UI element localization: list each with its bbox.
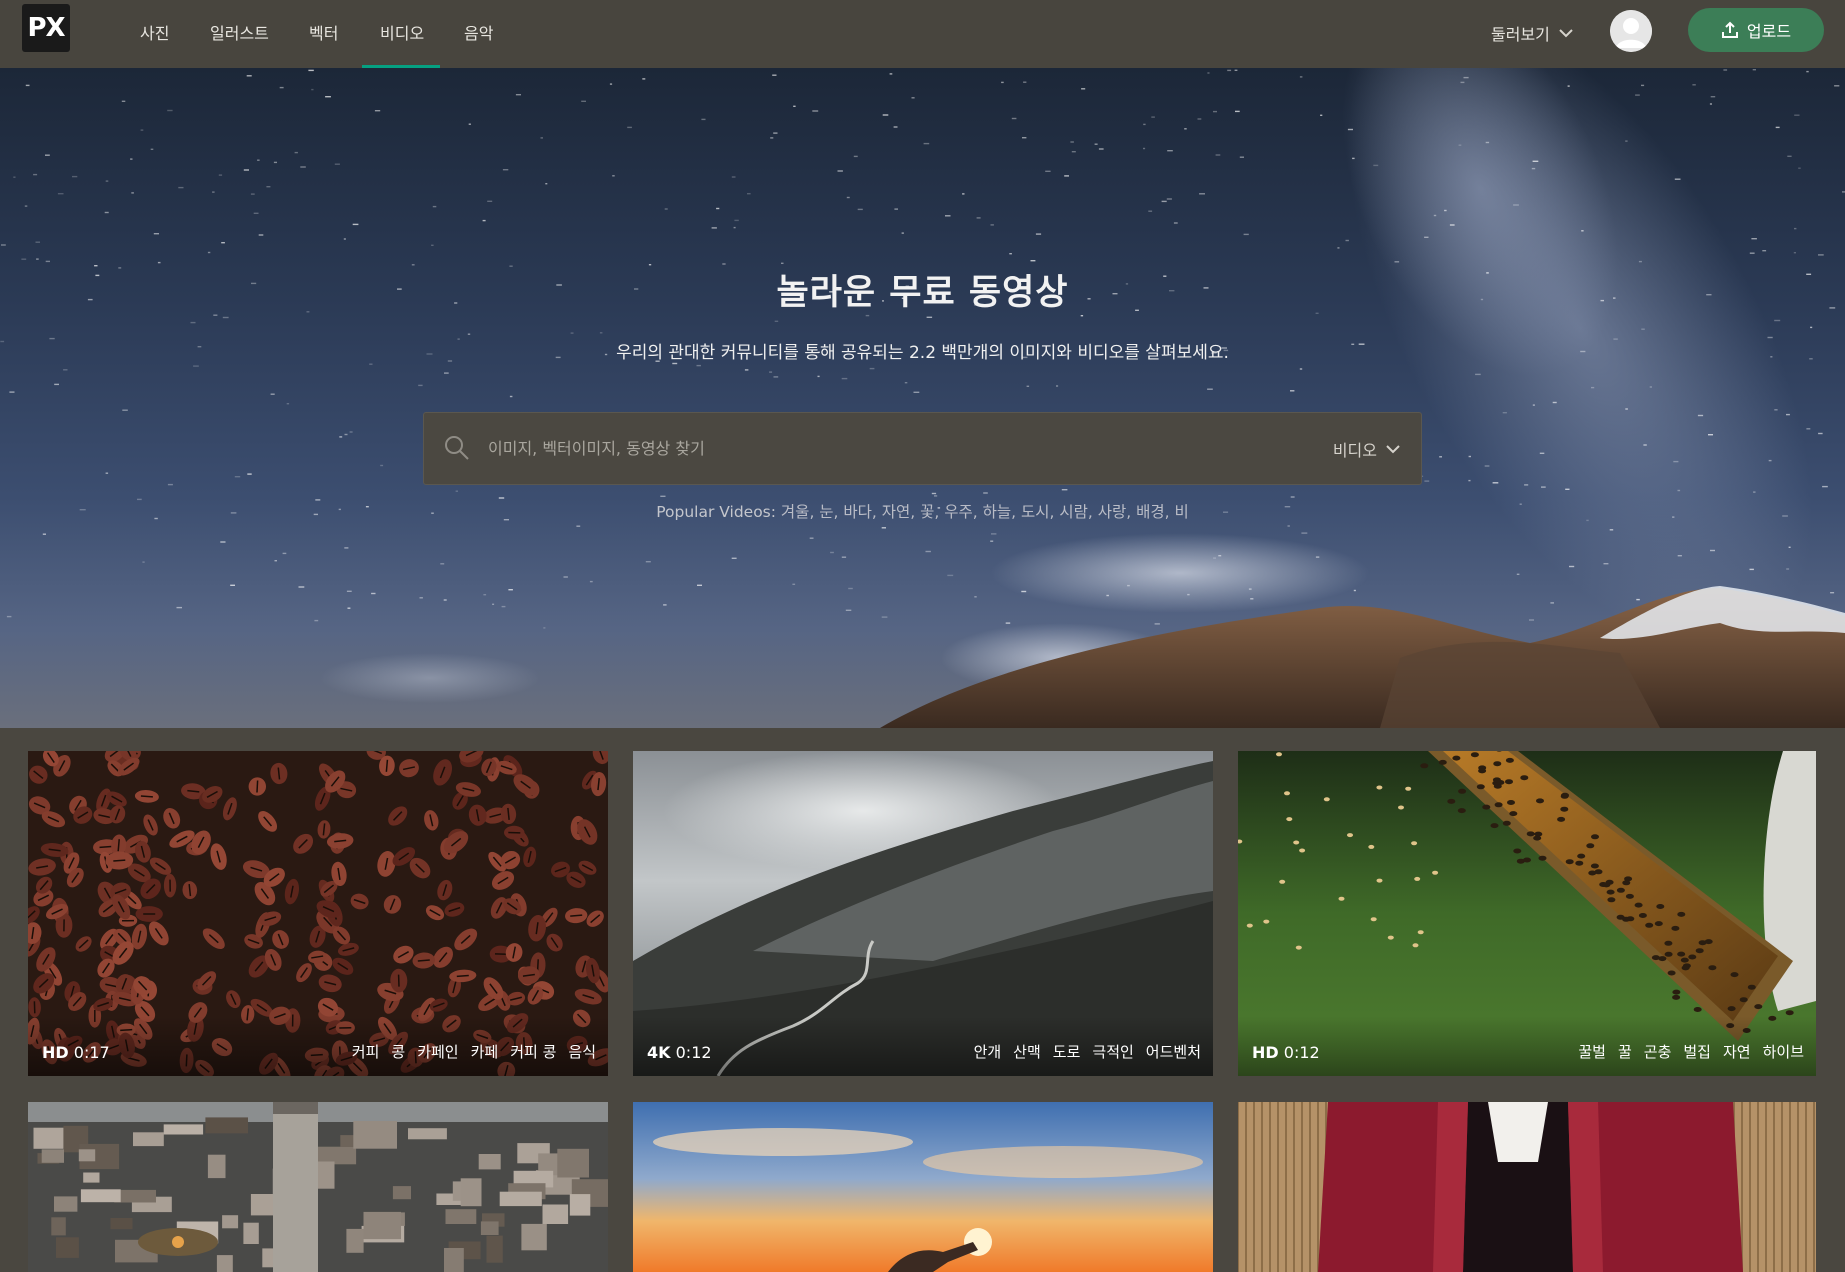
video-tag[interactable]: 꿀벌 [1578,1041,1606,1062]
video-thumbnail-sunset-sea [633,1102,1213,1272]
video-card[interactable]: HD 0:12 꿀벌 꿀 곤충 벌집 자연 하이브 [1238,751,1816,1076]
video-tag[interactable]: 벌집 [1683,1041,1711,1062]
explore-label: 둘러보기 [1491,25,1550,44]
search-bar: 비디오 [423,412,1422,485]
video-quality: 4K [647,1043,671,1062]
video-tag[interactable]: 콩 [391,1041,405,1062]
video-tag[interactable]: 음식 [568,1041,596,1062]
video-tag[interactable]: 산맥 [1013,1041,1041,1062]
search-type-label: 비디오 [1332,441,1377,460]
nav-item-videos[interactable]: 비디오 [380,20,424,44]
video-tag[interactable]: 꿀 [1618,1041,1632,1062]
video-tag[interactable]: 카페 [471,1041,499,1062]
search-input[interactable] [488,413,1268,484]
popular-label: Popular Videos: [656,503,776,521]
user-icon [1610,10,1652,52]
hero-banner: 놀라운 무료 동영상 우리의 관대한 커뮤니티를 통해 공유되는 2.2 백만개… [0,68,1845,728]
video-tag[interactable]: 하이브 [1763,1041,1804,1062]
video-card[interactable] [1238,1102,1816,1272]
video-duration: 0:17 [73,1043,110,1062]
upload-button[interactable]: 업로드 [1688,8,1824,52]
chevron-down-icon [1386,445,1400,454]
nav-item-photos[interactable]: 사진 [140,20,169,44]
nav-item-music[interactable]: 음악 [464,20,493,44]
search-icon [445,436,469,460]
nav-item-illustrations[interactable]: 일러스트 [210,20,269,44]
search-type-dropdown[interactable]: 비디오 [1333,437,1401,461]
video-duration: 0:12 [1283,1043,1320,1062]
video-tag[interactable]: 곤충 [1644,1041,1672,1062]
top-navigation: PX 사진 일러스트 벡터 비디오 음악 둘러보기 업로드 [0,0,1845,68]
video-tag[interactable]: 커피 콩 [510,1041,556,1062]
video-tag[interactable]: 어드벤처 [1146,1041,1201,1062]
video-tags: 커피 콩 카페인 카페 커피 콩 음식 [352,1041,596,1062]
video-tag[interactable]: 극적인 [1092,1041,1133,1062]
video-quality: HD [42,1043,69,1062]
video-quality-duration: HD 0:12 [1252,1043,1320,1062]
explore-dropdown[interactable]: 둘러보기 [1491,21,1574,45]
video-quality: HD [1252,1043,1279,1062]
night-sky-background [0,68,1845,728]
nav-item-vectors[interactable]: 벡터 [309,20,338,44]
video-tag[interactable]: 도로 [1053,1041,1081,1062]
video-card[interactable]: 4K 0:12 안개 산맥 도로 극적인 어드벤처 [633,751,1213,1076]
video-quality-duration: 4K 0:12 [647,1043,712,1062]
active-tab-indicator [362,65,440,68]
upload-label: 업로드 [1746,22,1792,41]
user-avatar[interactable] [1610,10,1652,52]
hero-title: 놀라운 무료 동영상 [776,273,1069,313]
video-quality-duration: HD 0:17 [42,1043,110,1062]
chevron-down-icon [1559,29,1573,38]
video-card[interactable] [633,1102,1213,1272]
video-duration: 0:12 [675,1043,712,1062]
upload-icon [1721,21,1738,38]
video-tag[interactable]: 자연 [1723,1041,1751,1062]
video-card[interactable]: HD 0:17 커피 콩 카페인 카페 커피 콩 음식 [28,751,608,1076]
video-tag[interactable]: 카페인 [417,1041,458,1062]
pixabay-logo[interactable]: PX [22,4,70,52]
popular-terms[interactable]: 겨울, 눈, 바다, 자연, 꽃, 우주, 하늘, 도시, 시람, 사랑, 배경… [781,503,1189,521]
video-thumbnail-city-aerial [28,1102,608,1272]
video-thumbnail-red-robe [1238,1102,1816,1272]
video-tag[interactable]: 커피 [352,1041,380,1062]
video-tags: 안개 산맥 도로 극적인 어드벤처 [974,1041,1201,1062]
video-tags: 꿀벌 꿀 곤충 벌집 자연 하이브 [1578,1041,1804,1062]
popular-searches: Popular Videos: 겨울, 눈, 바다, 자연, 꽃, 우주, 하늘… [0,500,1845,522]
video-card[interactable] [28,1102,608,1272]
hero-subtitle: 우리의 관대한 커뮤니티를 통해 공유되는 2.2 백만개의 이미지와 비디오를… [616,343,1229,363]
video-tag[interactable]: 안개 [974,1041,1002,1062]
